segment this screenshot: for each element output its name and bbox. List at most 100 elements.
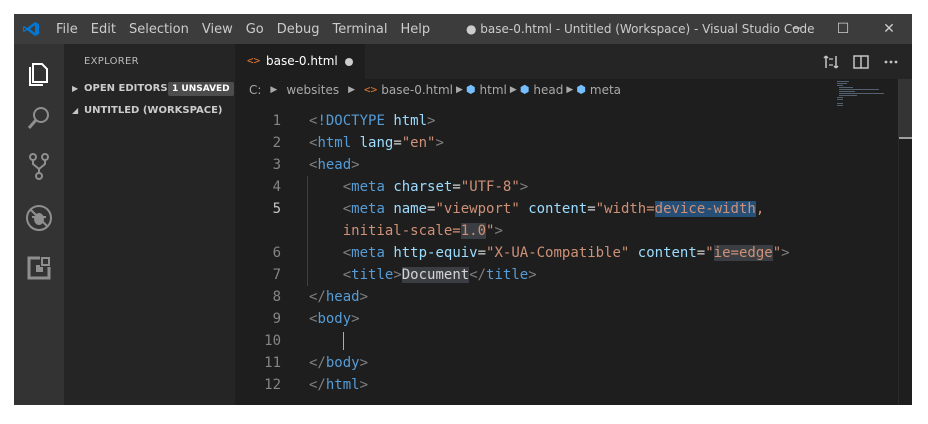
line-number: 12 [264, 377, 281, 393]
open-changes-icon[interactable] [822, 53, 840, 71]
code-token: meta [351, 201, 385, 217]
split-editor-icon[interactable] [852, 53, 870, 71]
element-icon: ⬢ [465, 83, 476, 96]
code-token: > [494, 223, 503, 239]
line-number: 11 [264, 355, 281, 371]
code-token: lang [359, 135, 394, 151]
breadcrumb-file[interactable]: base-0.html [381, 79, 453, 101]
open-editors-label: OPEN EDITORS [84, 83, 168, 94]
workspace-label: UNTITLED (WORKSPACE) [84, 105, 223, 116]
code-token: > [519, 179, 529, 195]
line-number: 7 [272, 267, 281, 283]
code-line: </head> [309, 286, 368, 308]
sidebar-title: EXPLORER [84, 56, 139, 67]
debug-icon[interactable] [23, 202, 55, 234]
code-token: > [781, 245, 790, 261]
code-token: " [772, 245, 782, 261]
code-token: > [359, 355, 369, 371]
workspace-section[interactable]: ◢ UNTITLED (WORKSPACE) [64, 100, 235, 122]
code-token: Document [401, 267, 470, 283]
breadcrumb-folder[interactable]: websites [286, 79, 339, 101]
close-button[interactable]: ✕ [866, 14, 912, 44]
code-token: html [317, 135, 352, 151]
code-token: 1.0 [460, 223, 487, 239]
search-icon[interactable] [23, 102, 55, 134]
code-token: meta [351, 245, 385, 261]
menu-item-terminal[interactable]: Terminal [333, 22, 388, 37]
explorer-sidebar: EXPLORER ▶ OPEN EDITORS 1 UNSAVED ◢ UNTI… [64, 44, 235, 405]
menu-item-edit[interactable]: Edit [91, 22, 116, 37]
code-token: "width= [595, 201, 655, 217]
code-token: = [696, 245, 706, 261]
code-line: <meta name="viewport" content="width=dev… [309, 198, 764, 220]
menu-item-file[interactable]: File [56, 22, 78, 37]
html-file-icon: <> [364, 83, 378, 96]
maximize-button[interactable]: ☐ [820, 14, 866, 44]
code-token: body [325, 355, 360, 371]
breadcrumb: C: ▶ websites ▶ <> base-0.html ▶ ⬢ html … [249, 79, 621, 101]
code-token: name [393, 201, 428, 217]
line-number: 2 [272, 135, 281, 151]
editor-area: <> base-0.html C: ▶ websites ▶ <> base-0… [235, 44, 912, 405]
line-number: 8 [272, 289, 281, 305]
line-number: 9 [272, 311, 281, 327]
menu-item-go[interactable]: Go [246, 22, 264, 37]
breadcrumb-head[interactable]: head [533, 79, 563, 101]
breadcrumb-drive[interactable]: C: [249, 79, 261, 101]
code-token: > [393, 267, 402, 283]
breadcrumb-html[interactable]: html [480, 79, 507, 101]
code-token: </ [309, 289, 326, 305]
chevron-right-icon: ▶ [270, 85, 278, 95]
code-line: <meta charset="UTF-8"> [309, 176, 529, 198]
code-token: , [755, 201, 765, 217]
menu-item-view[interactable]: View [202, 22, 233, 37]
chevron-right-icon: ▶ [566, 85, 574, 95]
code-token: html [325, 377, 360, 393]
code-line: </html> [309, 374, 368, 396]
code-token: = [587, 201, 596, 217]
code-line: <meta http-equiv="X-UA-Compatible" conte… [309, 242, 790, 264]
overview-ruler-cursor [899, 137, 912, 139]
activity-bar [14, 44, 64, 405]
tab-base-0-html[interactable]: <> base-0.html [235, 44, 365, 79]
code-token: > [351, 311, 360, 327]
explorer-icon[interactable] [23, 58, 55, 90]
code-token: < [342, 201, 352, 217]
code-token: > [351, 157, 360, 173]
chevron-right-icon: ▶ [72, 84, 79, 93]
code-line: initial-scale=1.0"> [309, 220, 503, 242]
code-token: title [486, 267, 529, 283]
code-token: body [317, 311, 352, 327]
breadcrumb-meta[interactable]: meta [590, 79, 621, 101]
code-token: "viewport" [435, 201, 520, 217]
code-token: = [452, 179, 461, 195]
line-number: 4 [272, 179, 281, 195]
element-icon: ⬢ [576, 83, 586, 96]
chevron-right-icon: ▶ [455, 85, 463, 95]
menu-item-help[interactable]: Help [400, 22, 430, 37]
more-actions-icon[interactable] [882, 53, 900, 71]
code-line: <html lang="en"> [309, 132, 444, 154]
code-token: "en" [401, 135, 436, 151]
minimize-button[interactable]: ─ [774, 14, 820, 44]
open-editors-section[interactable]: ▶ OPEN EDITORS 1 UNSAVED [64, 78, 235, 100]
title-bar: File Edit Selection View Go Debug Terminal Help… [14, 14, 912, 44]
code-token: < [342, 245, 352, 261]
unsaved-dot-icon[interactable] [345, 58, 353, 66]
source-control-icon[interactable] [23, 150, 55, 182]
element-icon: ⬢ [519, 83, 530, 96]
code-token: html [393, 113, 428, 129]
scrollbar-thumb[interactable] [898, 79, 912, 137]
code-token: </ [309, 355, 326, 371]
menu-item-selection[interactable]: Selection [129, 22, 189, 37]
minimap[interactable] [835, 79, 895, 119]
code-token: http-equiv [393, 245, 478, 261]
line-number: 1 [272, 113, 281, 129]
extensions-icon[interactable] [23, 252, 55, 284]
code-token: </ [309, 377, 326, 393]
menu-item-debug[interactable]: Debug [277, 22, 320, 37]
code-token: > [435, 135, 444, 151]
